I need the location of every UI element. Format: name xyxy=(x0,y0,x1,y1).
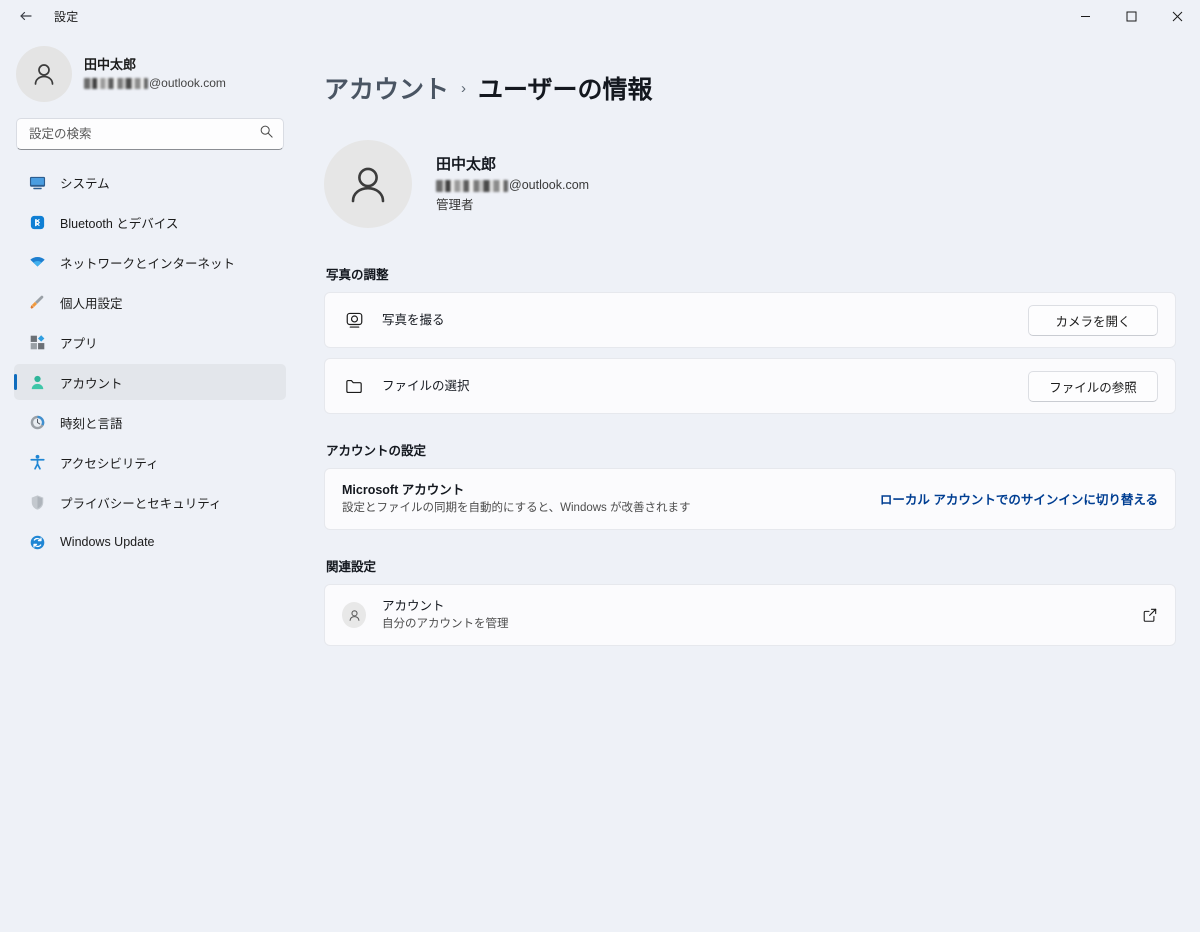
account-hero: 田中太郎 @outlook.com 管理者 xyxy=(324,140,1176,228)
sidebar-profile[interactable]: 田中太郎 @outlook.com xyxy=(0,32,300,112)
search-box[interactable] xyxy=(16,118,284,150)
person-avatar-icon xyxy=(324,140,412,228)
title-bar: 設定 xyxy=(0,0,1200,32)
monitor-icon xyxy=(28,173,46,191)
search-icon xyxy=(259,124,274,144)
sidebar-item-label: 個人用設定 xyxy=(60,296,123,311)
search-wrapper xyxy=(0,112,300,164)
row-title: ファイルの選択 xyxy=(382,378,470,393)
accessibility-icon xyxy=(28,453,46,471)
row-action: ファイルの参照 xyxy=(1028,370,1158,402)
sidebar-profile-text: 田中太郎 @outlook.com xyxy=(84,56,226,92)
sidebar-item-personalization[interactable]: 個人用設定 xyxy=(14,284,286,320)
update-icon xyxy=(28,533,46,551)
row-title: Microsoft アカウント xyxy=(342,483,465,497)
row-body: 写真を撮る xyxy=(382,311,1012,330)
row-action: ローカル アカウントでのサインインに切り替える xyxy=(880,489,1158,509)
row-choose-file: ファイルの選択 ファイルの参照 xyxy=(324,358,1176,414)
browse-files-button[interactable]: ファイルの参照 xyxy=(1028,370,1158,402)
page-title: ユーザーの情報 xyxy=(478,76,653,104)
breadcrumb-separator: › xyxy=(461,79,467,97)
window-body: 田中太郎 @outlook.com 設定の検索 システム Bluetooth と… xyxy=(0,32,1200,932)
window-title: 設定 xyxy=(54,9,79,24)
sidebar-item-accounts[interactable]: アカウント xyxy=(14,364,286,400)
mini-avatar xyxy=(342,602,366,628)
row-body: Microsoft アカウント 設定とファイルの同期を自動的にすると、Windo… xyxy=(342,481,864,517)
row-action: カメラを開く xyxy=(1028,304,1158,336)
section-account-settings: アカウントの設定 Microsoft アカウント 設定とファイルの同期を自動的に… xyxy=(324,440,1176,530)
sidebar-profile-name: 田中太郎 xyxy=(84,57,137,73)
main-content: アカウント › ユーザーの情報 田中太郎 @outlook.com 管理者 写真… xyxy=(300,32,1200,932)
sidebar-item-label: アプリ xyxy=(60,336,98,351)
mini-account-icon xyxy=(342,602,366,628)
email-domain: @outlook.com xyxy=(509,178,590,193)
external-link-icon[interactable] xyxy=(1142,607,1158,623)
row-subtitle: 自分のアカウントを管理 xyxy=(382,617,509,630)
window-controls xyxy=(1062,0,1200,32)
sidebar-item-label: Windows Update xyxy=(60,535,155,549)
section-title: 関連設定 xyxy=(326,560,377,574)
sidebar-profile-email: @outlook.com xyxy=(84,75,226,92)
row-title: アカウント xyxy=(382,599,445,613)
row-take-photo: 写真を撮る カメラを開く xyxy=(324,292,1176,348)
sidebar-item-label: システム xyxy=(60,176,110,191)
apps-icon xyxy=(28,333,46,351)
sidebar: 田中太郎 @outlook.com 設定の検索 システム Bluetooth と… xyxy=(0,32,300,932)
account-person-icon xyxy=(28,373,46,391)
bluetooth-icon xyxy=(28,213,46,231)
sidebar-item-label: ネットワークとインターネット xyxy=(60,256,236,271)
row-microsoft-account: Microsoft アカウント 設定とファイルの同期を自動的にすると、Windo… xyxy=(324,468,1176,530)
breadcrumb: アカウント › ユーザーの情報 xyxy=(324,70,1176,106)
email-domain: @outlook.com xyxy=(149,76,226,91)
sidebar-item-accessibility[interactable]: アクセシビリティ xyxy=(14,444,286,480)
account-email: @outlook.com xyxy=(436,176,589,195)
clock-icon xyxy=(28,413,46,431)
sidebar-item-system[interactable]: システム xyxy=(14,164,286,200)
sidebar-item-label: プライバシーとセキュリティ xyxy=(60,496,222,511)
back-button[interactable] xyxy=(10,0,42,32)
switch-to-local-account-link[interactable]: ローカル アカウントでのサインインに切り替える xyxy=(880,493,1158,507)
folder-icon xyxy=(342,374,366,398)
sidebar-item-network-internet[interactable]: ネットワークとインターネット xyxy=(14,244,286,280)
sidebar-nav: システム Bluetooth とデバイス ネットワークとインターネット 個人用設… xyxy=(0,164,300,932)
breadcrumb-parent-link[interactable]: アカウント xyxy=(324,70,449,106)
section-title: 写真の調整 xyxy=(326,268,389,282)
camera-icon xyxy=(342,308,366,332)
sidebar-item-bluetooth-devices[interactable]: Bluetooth とデバイス xyxy=(14,204,286,240)
redacted-email-local xyxy=(436,179,508,192)
sidebar-item-label: アカウント xyxy=(60,376,123,391)
account-hero-text: 田中太郎 @outlook.com 管理者 xyxy=(436,153,589,215)
open-camera-button[interactable]: カメラを開く xyxy=(1028,304,1158,336)
sidebar-item-apps[interactable]: アプリ xyxy=(14,324,286,360)
row-manage-account[interactable]: アカウント 自分のアカウントを管理 xyxy=(324,584,1176,646)
sidebar-item-time-language[interactable]: 時刻と言語 xyxy=(14,404,286,440)
row-body: アカウント 自分のアカウントを管理 xyxy=(382,597,1126,633)
wifi-icon xyxy=(28,253,46,271)
row-title: 写真を撮る xyxy=(382,312,445,327)
sidebar-item-label: 時刻と言語 xyxy=(60,416,123,431)
sidebar-item-label: アクセシビリティ xyxy=(60,456,159,471)
sidebar-item-windows-update[interactable]: Windows Update xyxy=(14,524,286,560)
sidebar-item-label: Bluetooth とデバイス xyxy=(60,216,179,231)
avatar xyxy=(16,46,72,102)
shield-icon xyxy=(28,493,46,511)
redacted-email-local xyxy=(84,77,148,89)
section-photo-adjustment: 写真の調整 写真を撮る カメラを開く ファイルの選択 ファイルの参照 xyxy=(324,264,1176,414)
account-role: 管理者 xyxy=(436,198,474,212)
search-input[interactable] xyxy=(29,127,259,141)
section-title: アカウントの設定 xyxy=(326,444,427,458)
settings-window: 設定 田中太郎 @outlook.com 設定の検索 システム Bluetoot… xyxy=(0,0,1200,932)
paintbrush-icon xyxy=(28,293,46,311)
close-button[interactable] xyxy=(1154,0,1200,32)
row-subtitle: 設定とファイルの同期を自動的にすると、Windows が改善されます xyxy=(342,501,691,514)
section-related-settings: 関連設定 アカウント 自分のアカウントを管理 xyxy=(324,556,1176,646)
sidebar-item-privacy-security[interactable]: プライバシーとセキュリティ xyxy=(14,484,286,520)
minimize-button[interactable] xyxy=(1062,0,1108,32)
row-body: ファイルの選択 xyxy=(382,377,1012,396)
maximize-button[interactable] xyxy=(1108,0,1154,32)
account-name: 田中太郎 xyxy=(436,156,497,173)
